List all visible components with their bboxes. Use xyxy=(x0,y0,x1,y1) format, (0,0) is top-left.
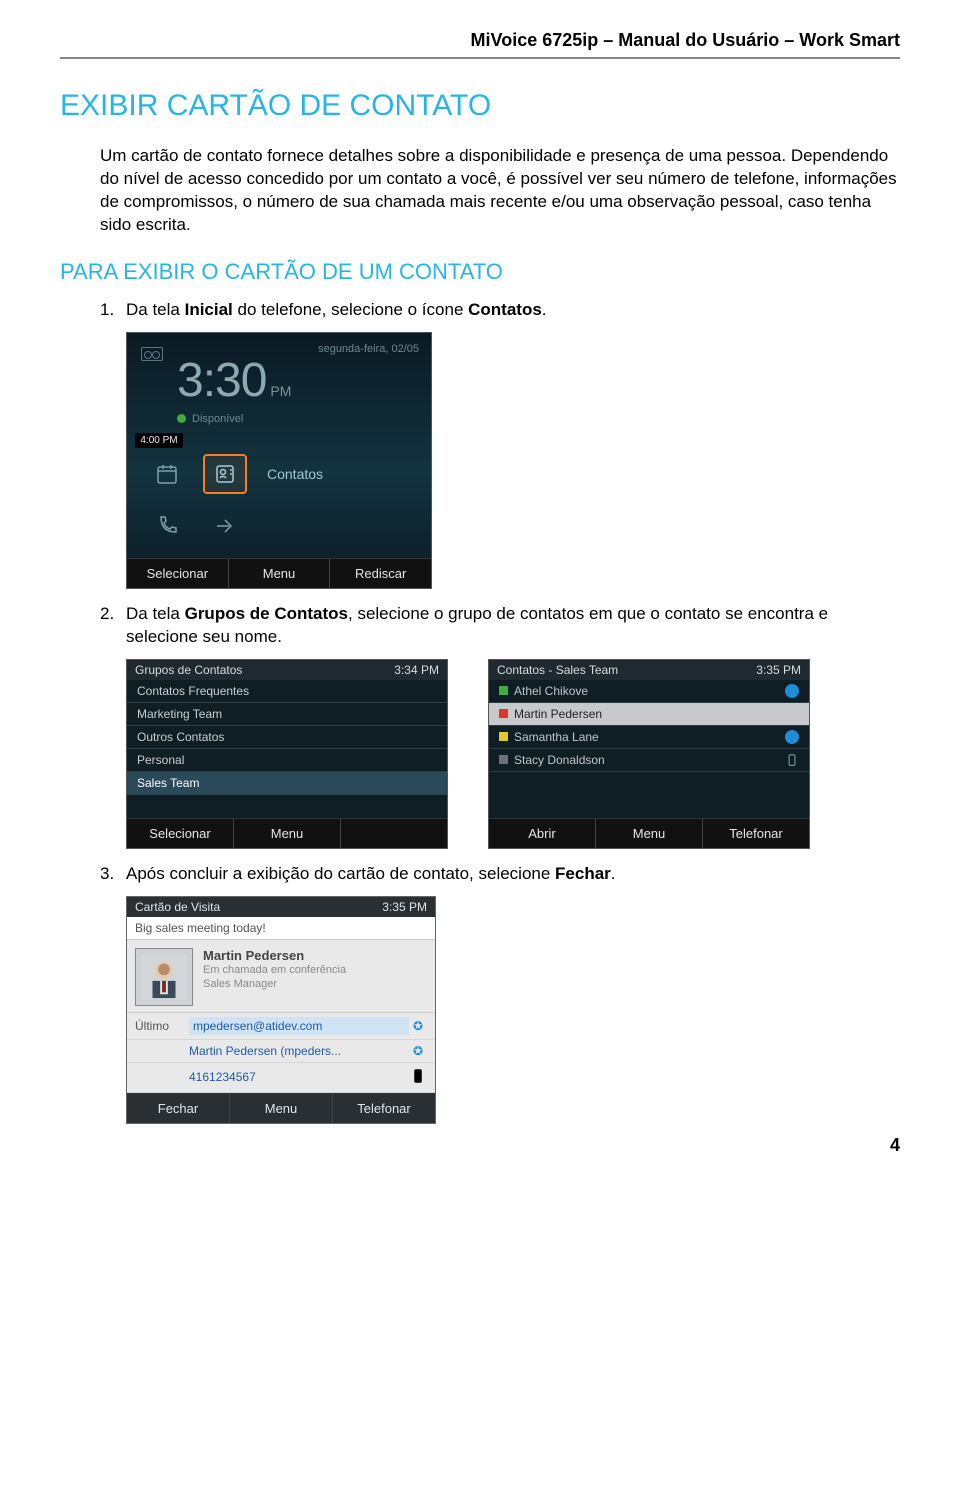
presence-indicator-icon xyxy=(177,414,186,423)
list-item[interactable]: Stacy Donaldson xyxy=(489,749,809,772)
home-date: segunda-feira, 02/05 xyxy=(127,339,431,355)
screen-title: Contatos - Sales Team xyxy=(497,663,618,677)
step-number: 2. xyxy=(100,603,126,649)
step-text: Após concluir a exibição do cartão de co… xyxy=(126,863,900,886)
list-item[interactable]: Contatos Frequentes xyxy=(127,680,447,703)
softkey-blank xyxy=(341,819,447,848)
row-value: mpedersen@atidev.com xyxy=(189,1017,409,1035)
step-text: Da tela Inicial do telefone, selecione o… xyxy=(126,299,900,322)
clock-time: 3:30 xyxy=(177,357,266,405)
screen-time: 3:35 PM xyxy=(382,900,427,914)
softkey-open[interactable]: Abrir xyxy=(489,819,596,848)
step-text: Da tela Grupos de Contatos, selecione o … xyxy=(126,603,900,649)
list-item[interactable]: Personal xyxy=(127,749,447,772)
screenshot-groups: Grupos de Contatos 3:34 PM Contatos Freq… xyxy=(126,659,448,849)
contact-role: Sales Manager xyxy=(203,977,346,992)
screenshot-home: segunda-feira, 02/05 3:30 PM Disponível … xyxy=(126,332,432,589)
step-2: 2. Da tela Grupos de Contatos, selecione… xyxy=(60,603,900,649)
step-number: 3. xyxy=(100,863,126,886)
voicemail-icon xyxy=(141,347,163,361)
list-item[interactable]: Martin Pedersen xyxy=(489,703,809,726)
presence-indicator-icon xyxy=(499,755,508,764)
icon-label: Contatos xyxy=(267,466,323,482)
calendar-icon[interactable] xyxy=(145,454,189,494)
softkey-bar: Selecionar Menu Rediscar xyxy=(127,558,431,588)
card-detail-row[interactable]: 4161234567 xyxy=(127,1063,435,1093)
card-detail-row[interactable]: Martin Pedersen (mpeders...✪ xyxy=(127,1040,435,1063)
row-value: 4161234567 xyxy=(189,1070,409,1084)
softkey-redial[interactable]: Rediscar xyxy=(330,559,431,588)
list-item[interactable]: Marketing Team xyxy=(127,703,447,726)
presence-indicator-icon xyxy=(499,709,508,718)
list-item[interactable]: Outros Contatos xyxy=(127,726,447,749)
presence-indicator-icon xyxy=(499,686,508,695)
contacts-icon[interactable] xyxy=(203,454,247,494)
card-detail-row[interactable]: Últimompedersen@atidev.com✪ xyxy=(127,1013,435,1040)
contact-status: Em chamada em conferência xyxy=(203,963,346,978)
status-badge-icon: ✪ xyxy=(409,1019,427,1033)
screen-time: 3:35 PM xyxy=(756,663,801,677)
screen-time: 3:34 PM xyxy=(394,663,439,677)
screen-title: Grupos de Contatos xyxy=(135,663,242,677)
contact-name: Martin Pedersen xyxy=(514,707,602,721)
softkey-call[interactable]: Telefonar xyxy=(703,819,809,848)
status-badge-icon: ✪ xyxy=(409,1044,427,1058)
presence-text: Disponível xyxy=(192,413,243,425)
contact-name: Samantha Lane xyxy=(514,730,599,744)
softkey-menu[interactable]: Menu xyxy=(596,819,703,848)
intro-paragraph: Um cartão de contato fornece detalhes so… xyxy=(60,145,900,237)
softkey-bar: Fechar Menu Telefonar xyxy=(127,1093,435,1123)
clock-ampm: PM xyxy=(270,383,291,405)
page-number: 4 xyxy=(890,1135,900,1156)
step-3: 3. Após concluir a exibição do cartão de… xyxy=(60,863,900,886)
softkey-close[interactable]: Fechar xyxy=(127,1094,230,1123)
screenshot-contact-card: Cartão de Visita 3:35 PM Big sales meeti… xyxy=(126,896,436,1124)
list-item[interactable]: Sales Team xyxy=(127,772,447,795)
step-1: 1. Da tela Inicial do telefone, selecion… xyxy=(60,299,900,322)
list-item[interactable]: Athel Chikove ✪ xyxy=(489,680,809,703)
screenshot-contacts: Contatos - Sales Team 3:35 PM Athel Chik… xyxy=(488,659,810,849)
call-log-icon[interactable] xyxy=(145,506,189,546)
section-title: EXIBIR CARTÃO DE CONTATO xyxy=(60,89,900,123)
softkey-menu[interactable]: Menu xyxy=(230,1094,333,1123)
screen-title: Cartão de Visita xyxy=(135,900,220,914)
phone-icon xyxy=(409,1067,427,1088)
softkey-call[interactable]: Telefonar xyxy=(333,1094,435,1123)
status-badge-icon: ✪ xyxy=(785,684,799,698)
status-badge-icon: ✪ xyxy=(785,730,799,744)
softkey-select[interactable]: Selecionar xyxy=(127,819,234,848)
softkey-select[interactable]: Selecionar xyxy=(127,559,229,588)
step-number: 1. xyxy=(100,299,126,322)
avatar xyxy=(135,948,193,1006)
forward-icon[interactable] xyxy=(203,506,247,546)
contact-note: Big sales meeting today! xyxy=(127,917,435,940)
phone-icon xyxy=(785,753,799,767)
row-value: Martin Pedersen (mpeders... xyxy=(189,1044,409,1058)
softkey-bar: Selecionar Menu xyxy=(127,818,447,848)
row-label: Último xyxy=(135,1019,189,1033)
softkey-menu[interactable]: Menu xyxy=(229,559,331,588)
contact-name: Martin Pedersen xyxy=(203,948,346,963)
status-badge-icon xyxy=(785,707,799,721)
presence-indicator-icon xyxy=(499,732,508,741)
softkey-menu[interactable]: Menu xyxy=(234,819,341,848)
list-item[interactable]: Samantha Lane ✪ xyxy=(489,726,809,749)
contact-name: Stacy Donaldson xyxy=(514,753,605,767)
subsection-title: PARA EXIBIR O CARTÃO DE UM CONTATO xyxy=(60,259,900,285)
contact-name: Athel Chikove xyxy=(514,684,588,698)
softkey-bar: Abrir Menu Telefonar xyxy=(489,818,809,848)
doc-header: MiVoice 6725ip – Manual do Usuário – Wor… xyxy=(60,30,900,59)
next-meeting-chip: 4:00 PM xyxy=(135,433,183,448)
